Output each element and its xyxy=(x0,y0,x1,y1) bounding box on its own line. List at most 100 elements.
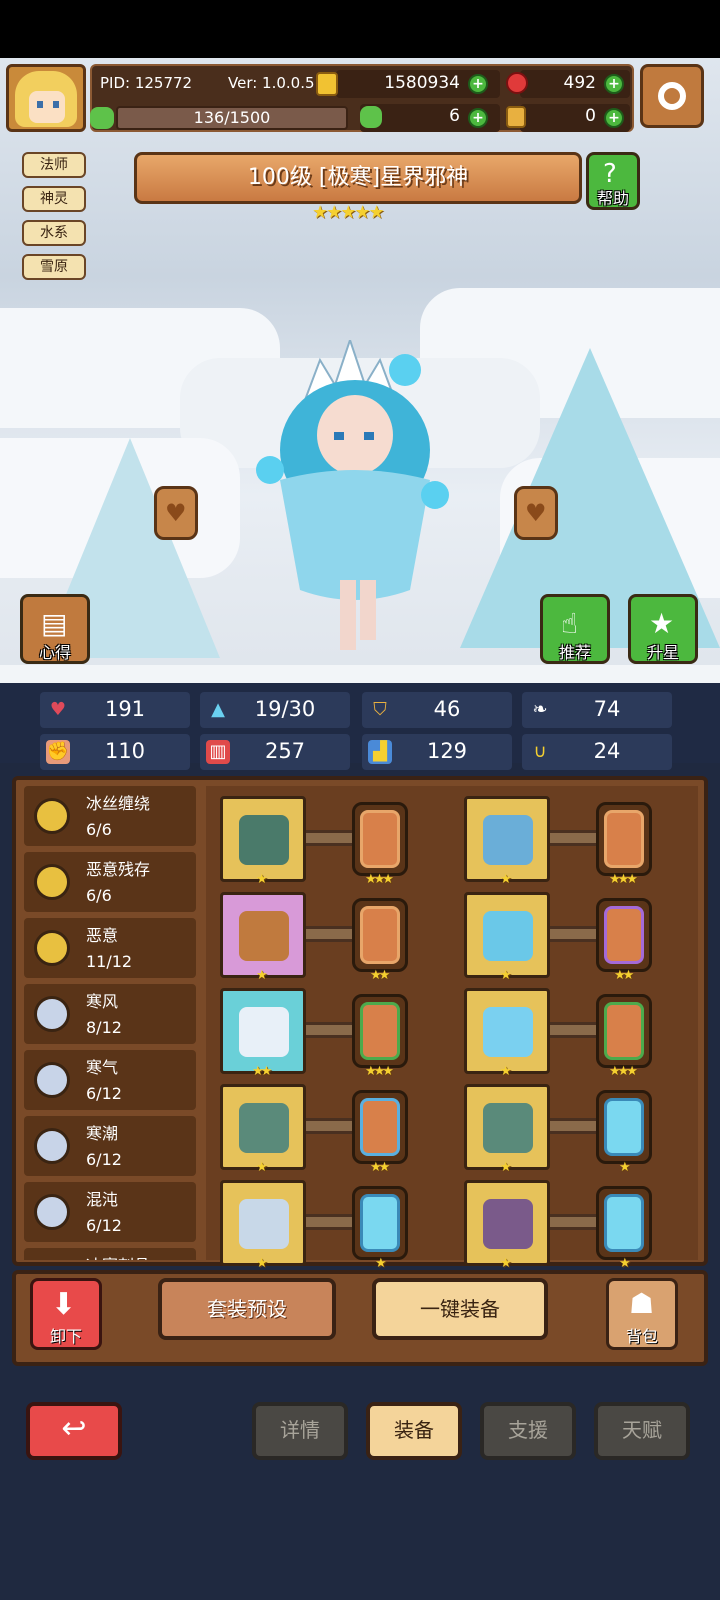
star-up-button[interactable]: ★ 升星 xyxy=(628,594,698,664)
recommend-label: 推荐 xyxy=(558,643,591,662)
hero-star-rating: ★★★★★ xyxy=(312,202,385,223)
rune-stars: ★★★ xyxy=(609,872,638,887)
help-button[interactable]: ? 帮助 xyxy=(586,152,640,210)
heart-icon: ♥ xyxy=(165,499,187,527)
tag-race: 神灵 xyxy=(22,186,86,212)
stat-value: 257 xyxy=(264,739,306,763)
arrow-down-icon: ⬇ xyxy=(51,1287,77,1322)
tag-terrain: 雪原 xyxy=(22,254,86,280)
equipment-slot[interactable] xyxy=(464,1084,550,1170)
one-click-equip-button[interactable]: 一键装备 xyxy=(372,1278,548,1340)
tab-equipment[interactable]: 装备 xyxy=(366,1402,462,1460)
rune-icon xyxy=(360,1194,400,1252)
set-count: 8/12 xyxy=(86,1018,122,1037)
add-gem-button[interactable]: + xyxy=(604,74,624,94)
book-icon: ▥ xyxy=(206,740,230,764)
set-emblem-icon xyxy=(34,798,70,834)
rune-card-slot[interactable] xyxy=(352,994,408,1068)
set-bonus-item[interactable]: 寒潮 6/12 xyxy=(24,1116,196,1176)
equipment-stars: ★ xyxy=(500,872,512,887)
set-emblem-icon xyxy=(34,996,70,1032)
rune-card-slot[interactable] xyxy=(352,1090,408,1164)
stat-value: 74 xyxy=(593,697,621,721)
unequip-button[interactable]: ⬇ 卸下 xyxy=(30,1278,102,1350)
tag-class: 法师 xyxy=(22,152,86,178)
equipment-item-icon xyxy=(483,1199,533,1249)
rune-icon xyxy=(360,1098,400,1156)
set-name: 恶意 xyxy=(86,926,119,945)
rune-card-slot[interactable] xyxy=(596,802,652,876)
rune-icon xyxy=(604,906,644,964)
set-bonus-item[interactable]: 恶意残存 6/6 xyxy=(24,852,196,912)
add-key-button[interactable]: + xyxy=(604,108,624,128)
equipment-slot[interactable] xyxy=(220,1084,306,1170)
equipment-slot[interactable] xyxy=(464,1180,550,1266)
hero-character-sprite[interactable] xyxy=(250,340,460,660)
equipment-slot[interactable] xyxy=(220,892,306,978)
stat-hp: ♥ 191 xyxy=(40,692,190,728)
equipment-slot[interactable] xyxy=(464,796,550,882)
set-bonus-item[interactable]: 冰丝缠绕 6/6 xyxy=(24,786,196,846)
heart-icon: ♥ xyxy=(525,499,547,527)
fist-icon: ✊ xyxy=(46,740,70,764)
equipment-slot[interactable] xyxy=(220,1180,306,1266)
set-bonus-list[interactable]: 冰丝缠绕 6/6 恶意残存 6/6 恶意 11/12 寒风 8/12 寒气 6/12 寒潮 6/12 混… xyxy=(22,786,200,1260)
backpack-icon: ☗ xyxy=(629,1287,655,1320)
back-button[interactable]: ↩ xyxy=(26,1402,122,1460)
version-label: Ver: 1.0.0.5 xyxy=(228,74,315,92)
rune-card-slot[interactable] xyxy=(352,898,408,972)
set-bonus-item[interactable]: 混沌 6/12 xyxy=(24,1182,196,1242)
player-avatar[interactable] xyxy=(6,64,86,132)
rune-stars: ★★ xyxy=(370,968,390,983)
equipment-slot[interactable] xyxy=(220,988,306,1074)
set-emblem-icon xyxy=(34,1128,70,1164)
bag-button[interactable]: ☗ 背包 xyxy=(606,1278,678,1350)
set-preset-button[interactable]: 套装预设 xyxy=(158,1278,336,1340)
rune-card-slot[interactable] xyxy=(596,898,652,972)
stat-defense: ⛉ 46 xyxy=(362,692,512,728)
rune-stars: ★★ xyxy=(370,1160,390,1175)
key-value: 0 xyxy=(585,106,596,126)
equipment-slot[interactable] xyxy=(220,796,306,882)
tab-details[interactable]: 详情 xyxy=(252,1402,348,1460)
equipment-item-icon xyxy=(239,911,289,961)
set-count: 6/6 xyxy=(86,820,112,839)
rune-icon xyxy=(360,810,400,868)
rune-card-slot[interactable] xyxy=(596,1186,652,1260)
set-bonus-item[interactable]: 寒风 8/12 xyxy=(24,984,196,1044)
notes-label: 心得 xyxy=(38,643,71,662)
stat-value: 191 xyxy=(104,697,146,721)
status-bar xyxy=(0,0,720,58)
set-bonus-item[interactable]: 恶意 11/12 xyxy=(24,918,196,978)
notes-button[interactable]: ▤ 心得 xyxy=(20,594,90,664)
stat-attack: ✊ 110 xyxy=(40,734,190,770)
clover-icon xyxy=(90,107,114,129)
add-clover-button[interactable]: + xyxy=(468,108,488,128)
shield-icon: ⛉ xyxy=(373,699,387,720)
tab-support[interactable]: 支援 xyxy=(480,1402,576,1460)
stat-value: 110 xyxy=(104,739,146,763)
equipment-slot[interactable] xyxy=(464,988,550,1074)
settings-button[interactable] xyxy=(640,64,704,128)
equipment-stars: ★ xyxy=(256,872,268,887)
set-bonus-item[interactable]: 冰寒刺骨 xyxy=(24,1248,196,1260)
tab-talent[interactable]: 天赋 xyxy=(594,1402,690,1460)
add-gold-button[interactable]: + xyxy=(468,74,488,94)
equipment-item-icon xyxy=(239,1007,289,1057)
affinity-left-button[interactable]: ♥ xyxy=(154,486,198,540)
unequip-label: 卸下 xyxy=(49,1327,82,1346)
rune-card-slot[interactable] xyxy=(352,1186,408,1260)
equipment-stars: ★ xyxy=(500,1256,512,1271)
rune-card-slot[interactable] xyxy=(352,802,408,876)
rune-card-slot[interactable] xyxy=(596,1090,652,1164)
red-gem-icon xyxy=(506,72,528,94)
set-bonus-item[interactable]: 寒气 6/12 xyxy=(24,1050,196,1110)
rune-icon xyxy=(604,1002,644,1060)
equipment-stars: ★ xyxy=(500,1064,512,1079)
affinity-right-button[interactable]: ♥ xyxy=(514,486,558,540)
recommend-button[interactable]: ☝ 推荐 xyxy=(540,594,610,664)
rune-card-slot[interactable] xyxy=(596,994,652,1068)
equipment-slot[interactable] xyxy=(464,892,550,978)
equipment-item-icon xyxy=(483,815,533,865)
gem-value: 492 xyxy=(563,73,596,93)
